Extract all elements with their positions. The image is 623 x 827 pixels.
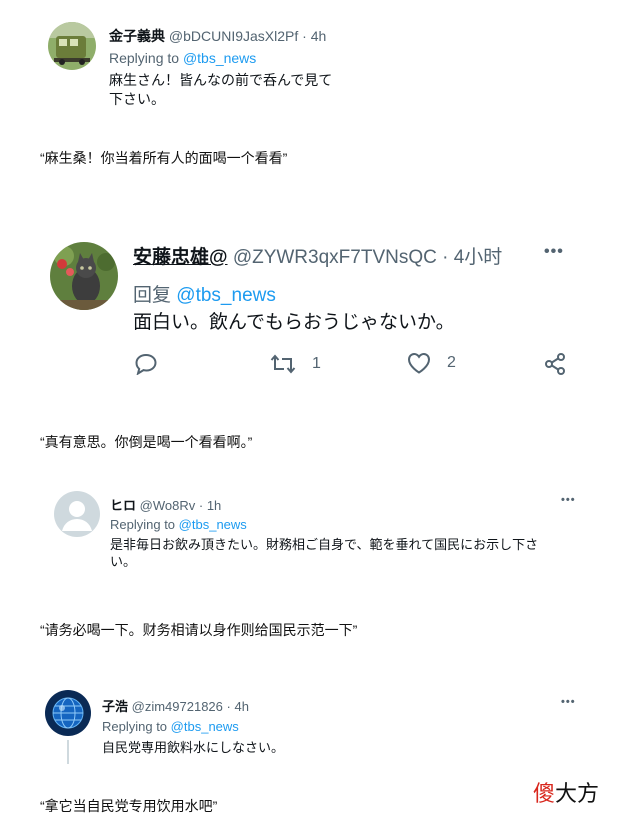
- mention-link[interactable]: @tbs_news: [171, 719, 239, 734]
- dot-separator: ·: [198, 498, 204, 513]
- user-name[interactable]: ヒロ: [110, 498, 136, 513]
- tweet-text: 自民党専用飲料水にしなさい。: [102, 739, 284, 757]
- share-icon: [545, 353, 565, 375]
- replying-to: 回复 @tbs_news: [133, 280, 276, 307]
- share-button[interactable]: [544, 352, 566, 376]
- default-user-avatar[interactable]: [54, 491, 100, 537]
- user-name[interactable]: 金子義典: [109, 28, 165, 44]
- train-photo-avatar[interactable]: [48, 22, 96, 70]
- more-options-icon[interactable]: •••: [544, 243, 564, 261]
- thread-line: [67, 740, 69, 764]
- replying-to: Replying to @tbs_news: [102, 719, 239, 734]
- tweet-text-line: 自民党専用飲料水にしなさい。: [102, 740, 285, 755]
- translation-caption: “请务必喝一下。财务相请以身作则给国民示范一下”: [40, 622, 358, 638]
- like-button[interactable]: 2: [407, 352, 456, 374]
- timestamp[interactable]: 1h: [207, 498, 221, 513]
- cat-photo-avatar[interactable]: [50, 242, 118, 310]
- translation-caption: “真有意思。你倒是喝一个看看啊。”: [40, 434, 253, 450]
- dot-separator: ·: [442, 247, 449, 268]
- translation-caption: “拿它当自民党专用饮用水吧”: [40, 798, 218, 814]
- retweet-button[interactable]: 1: [270, 352, 321, 376]
- user-name[interactable]: 安藤忠雄@: [133, 247, 228, 268]
- replying-to-label: Replying to: [110, 517, 176, 532]
- like-count: 2: [447, 354, 456, 371]
- watermark-logo: 傻大方: [533, 776, 599, 808]
- timestamp[interactable]: 4h: [235, 699, 249, 714]
- more-options-icon[interactable]: •••: [561, 696, 576, 708]
- mention-link[interactable]: @tbs_news: [176, 285, 276, 306]
- replying-to: Replying to @tbs_news: [109, 50, 256, 66]
- user-handle[interactable]: @Wo8Rv: [140, 498, 196, 513]
- timestamp[interactable]: 4小时: [454, 247, 503, 268]
- tweet-text-line: 麻生さん！皆んなの前で呑んで見て: [109, 72, 333, 88]
- tweet-text-line: い。: [110, 554, 137, 569]
- tweet-text: 面白い。飲んでもらおうじゃないか。: [133, 310, 455, 336]
- replying-to: Replying to @tbs_news: [110, 517, 247, 532]
- replying-to-label: 回复: [133, 285, 172, 306]
- replying-to-label: Replying to: [109, 50, 180, 66]
- mention-link[interactable]: @tbs_news: [183, 50, 256, 66]
- more-options-icon[interactable]: •••: [561, 494, 576, 506]
- watermark-part-red: 傻: [533, 781, 556, 806]
- user-handle[interactable]: @ZYWR3qxF7TVNsQC: [233, 247, 437, 268]
- tweet-text-line: 是非毎日お飲み頂きたい。財務相ご自身で、範を垂れて国民にお示し下さ: [110, 537, 539, 552]
- tweet-text-line: 面白い。飲んでもらおうじゃないか。: [133, 312, 455, 333]
- retweet-icon: [270, 354, 296, 374]
- tweet-text: 是非毎日お飲み頂きたい。財務相ご自身で、範を垂れて国民にお示し下さ い。: [110, 536, 538, 570]
- tweet-text: 麻生さん！皆んなの前で呑んで見て 下さい。: [109, 71, 332, 109]
- tweet-text-line: 下さい。: [109, 90, 165, 107]
- translation-caption: “麻生桑！你当着所有人的面喝一个看看”: [40, 150, 288, 166]
- user-handle[interactable]: @zim49721826: [132, 699, 223, 714]
- heart-icon: [407, 352, 431, 374]
- watermark-part-black: 大方: [555, 781, 600, 806]
- reply-button[interactable]: [134, 353, 158, 375]
- user-handle[interactable]: @bDCUNI9JasXl2Pf: [169, 28, 298, 44]
- mention-link[interactable]: @tbs_news: [179, 517, 247, 532]
- retweet-count: 1: [312, 355, 321, 372]
- reply-icon: [135, 353, 157, 375]
- dot-separator: ·: [302, 28, 307, 44]
- blue-globe-avatar[interactable]: [45, 690, 91, 736]
- timestamp[interactable]: 4h: [311, 28, 327, 44]
- replying-to-label: Replying to: [102, 719, 168, 734]
- dot-separator: ·: [226, 699, 231, 714]
- user-name[interactable]: 子浩: [102, 699, 128, 714]
